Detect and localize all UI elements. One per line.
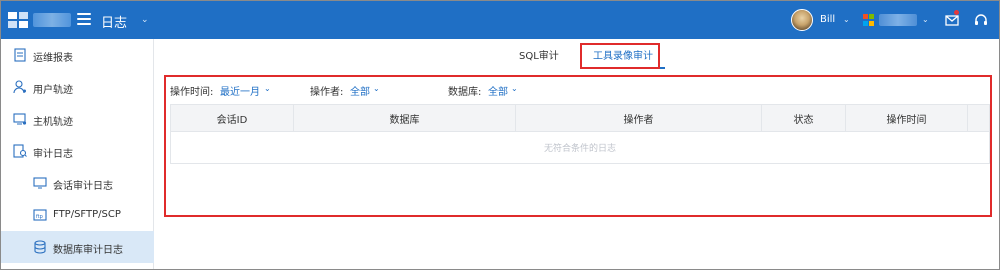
sidebar-item-host-track[interactable]: 主机轨迹	[1, 103, 154, 135]
column-header-extra	[968, 105, 989, 131]
user-track-icon	[13, 80, 26, 94]
main-content: SQL审计 工具录像审计 操作时间: 最近一月 ⌄ 操作者: 全部 ⌄ 数据库:…	[155, 39, 999, 269]
sidebar-item-label: 数据库审计日志	[53, 245, 123, 256]
time-filter-select[interactable]: 最近一月	[220, 83, 260, 98]
database-filter-label: 数据库:	[448, 87, 482, 98]
audit-log-icon	[13, 144, 27, 158]
sidebar-item-ftp[interactable]: ftp FTP/SFTP/SCP	[1, 199, 154, 231]
sidebar-item-session-audit[interactable]: 会话审计日志	[1, 167, 154, 199]
sidebar-item-label: 审计日志	[33, 149, 73, 160]
app-title[interactable]: 日志	[101, 12, 127, 31]
top-navigation-bar: 日志 ⌄ Bill ⌄ ⌄	[1, 1, 999, 39]
host-track-icon	[13, 113, 27, 125]
column-header-operation-time[interactable]: 操作时间	[846, 105, 968, 131]
user-name[interactable]: Bill	[820, 14, 835, 25]
tab-sql-audit[interactable]: SQL审计	[519, 47, 559, 62]
tenant-name-redacted[interactable]	[879, 14, 917, 26]
ftp-icon: ftp	[33, 209, 47, 221]
brand-name-redacted	[33, 13, 71, 27]
sidebar-item-user-track[interactable]: 用户轨迹	[1, 71, 154, 103]
sidebar-item-label: FTP/SFTP/SCP	[53, 209, 121, 220]
sidebar-item-ops-report[interactable]: 运维报表	[1, 39, 154, 71]
column-header-database[interactable]: 数据库	[294, 105, 516, 131]
menu-icon[interactable]	[77, 13, 91, 27]
chevron-down-icon[interactable]: ⌄	[373, 84, 380, 93]
operator-filter-select[interactable]: 全部	[350, 83, 370, 98]
notification-badge	[954, 10, 959, 15]
column-header-session-id[interactable]: 会话ID	[171, 105, 294, 131]
table-header: 会话ID 数据库 操作者 状态 操作时间	[170, 104, 990, 132]
highlight-box-tab	[580, 43, 660, 69]
sidebar-item-label: 主机轨迹	[33, 117, 73, 128]
session-icon	[33, 177, 47, 189]
chevron-down-icon[interactable]: ⌄	[141, 15, 149, 25]
windows-icon[interactable]	[863, 14, 875, 26]
tab-bar: SQL审计 工具录像审计	[155, 39, 999, 71]
database-filter-select[interactable]: 全部	[488, 83, 508, 98]
time-filter-label: 操作时间:	[170, 87, 214, 98]
operator-filter-label: 操作者:	[310, 87, 344, 98]
headset-icon[interactable]	[974, 13, 988, 27]
sidebar-item-audit-log[interactable]: 审计日志	[1, 135, 154, 167]
column-header-status[interactable]: 状态	[762, 105, 846, 131]
app-frame: 日志 ⌄ Bill ⌄ ⌄ 运维报表 用户轨迹 主机轨迹 审计日志 会话审计日志…	[0, 0, 1000, 270]
sidebar-item-database-audit[interactable]: 数据库审计日志	[1, 231, 154, 263]
chevron-down-icon[interactable]: ⌄	[264, 84, 271, 93]
filter-bar: 操作时间: 最近一月 ⌄ 操作者: 全部 ⌄ 数据库: 全部 ⌄	[170, 83, 970, 98]
report-icon	[14, 48, 26, 62]
highlight-box-panel: 操作时间: 最近一月 ⌄ 操作者: 全部 ⌄ 数据库: 全部 ⌄ 会话ID 数据…	[164, 75, 992, 217]
logo-icon[interactable]	[7, 10, 29, 30]
chevron-down-icon[interactable]: ⌄	[843, 15, 850, 24]
empty-table-message: 无符合条件的日志	[170, 132, 990, 164]
chevron-down-icon[interactable]: ⌄	[511, 84, 518, 93]
column-header-operator[interactable]: 操作者	[516, 105, 762, 131]
mail-icon[interactable]	[945, 13, 959, 27]
sidebar-item-label: 运维报表	[33, 53, 73, 64]
sidebar-item-label: 用户轨迹	[33, 85, 73, 96]
sidebar-item-label: 会话审计日志	[53, 181, 113, 192]
chevron-down-icon[interactable]: ⌄	[922, 15, 929, 24]
sidebar: 运维报表 用户轨迹 主机轨迹 审计日志 会话审计日志 ftp FTP/SFTP/…	[1, 39, 154, 269]
svg-text:ftp: ftp	[36, 214, 43, 220]
avatar[interactable]	[791, 9, 813, 31]
database-icon	[34, 240, 46, 254]
